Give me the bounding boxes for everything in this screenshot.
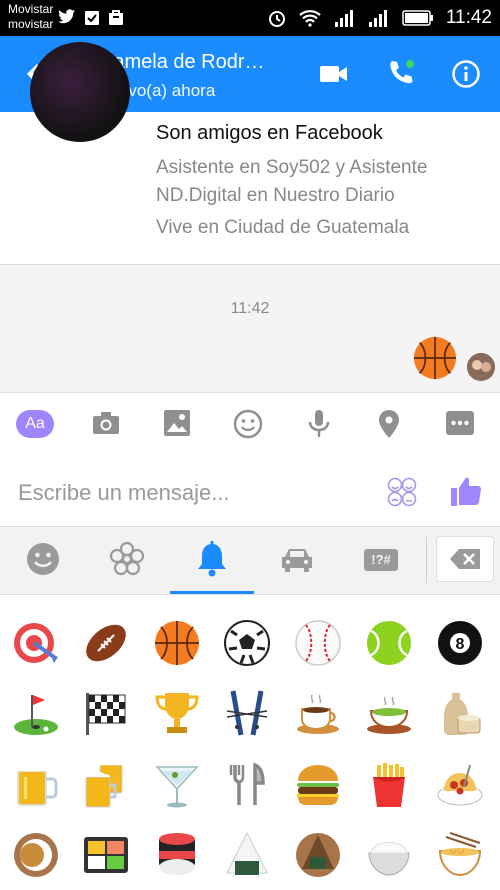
emoji-golf[interactable] xyxy=(12,689,60,737)
wifi-icon xyxy=(299,10,321,27)
video-call-icon[interactable] xyxy=(320,64,348,84)
location-pin-icon[interactable] xyxy=(378,409,400,439)
emoji-tea[interactable] xyxy=(365,689,413,737)
emoji-coffee[interactable] xyxy=(294,689,342,737)
smiley-category-icon[interactable] xyxy=(25,541,61,577)
flower-category-icon[interactable] xyxy=(109,541,145,577)
signal-icon xyxy=(334,10,353,27)
emoji-football[interactable] xyxy=(82,619,130,667)
emoji-8-ball[interactable]: 8 xyxy=(436,619,484,667)
notification-icons xyxy=(58,9,124,25)
emoji-curry[interactable] xyxy=(12,831,60,879)
signal-icon xyxy=(368,10,387,27)
message-composer: Escribe un mensaje... xyxy=(0,458,500,526)
emoji-checkered-flag[interactable] xyxy=(82,689,130,737)
basketball-icon xyxy=(413,336,457,380)
backspace-button[interactable] xyxy=(436,536,494,582)
info-icon[interactable] xyxy=(452,60,480,88)
emoji-basketball[interactable] xyxy=(153,619,201,667)
like-thumb-icon[interactable] xyxy=(450,474,482,508)
emoji-category-bar: !?# xyxy=(0,526,500,595)
emoji-hamburger[interactable] xyxy=(294,761,342,809)
message-timestamp: 11:42 xyxy=(230,300,270,317)
sent-emoji-message[interactable] xyxy=(412,335,458,386)
profile-job-line-2: ND.Digital en Nuestro Diario xyxy=(156,185,395,206)
emoji-dart[interactable] xyxy=(12,619,60,667)
emoji-fries[interactable] xyxy=(365,761,413,809)
seen-avatar xyxy=(467,353,495,381)
profile-job-line: Asistente en Soy502 y Asistente xyxy=(156,157,428,178)
smiley-icon[interactable] xyxy=(233,409,263,439)
emoji-beers[interactable] xyxy=(82,760,130,809)
emoji-sake[interactable] xyxy=(436,689,484,737)
emoji-trophy[interactable] xyxy=(153,689,201,737)
alarm-icon xyxy=(268,11,285,27)
composer-toolbar: Aa xyxy=(0,392,500,459)
emoji-rice-bowl[interactable] xyxy=(365,831,413,879)
phone-call-icon[interactable] xyxy=(386,58,416,88)
text-format-button[interactable]: Aa xyxy=(16,410,54,438)
carrier-name: Movistar xyxy=(8,2,54,16)
emoji-onigiri[interactable] xyxy=(294,831,342,879)
emoji-soccer-ball[interactable] xyxy=(223,619,271,667)
twitter-icon xyxy=(58,9,75,24)
bag-icon xyxy=(109,10,123,25)
more-icon[interactable] xyxy=(446,409,474,437)
emoji-spaghetti[interactable] xyxy=(436,761,484,809)
svg-text:8: 8 xyxy=(456,636,465,653)
status-bar: Movistar movistar 11:42 xyxy=(0,0,500,36)
microphone-icon[interactable] xyxy=(307,409,331,439)
emoji-baseball[interactable] xyxy=(294,619,342,667)
clock: 11:42 xyxy=(445,7,492,28)
message-input[interactable]: Escribe un mensaje... xyxy=(18,480,230,506)
emoji-beer[interactable] xyxy=(12,761,60,809)
contact-avatar[interactable] xyxy=(30,42,130,142)
conversation-area: Son amigos en Facebook Asistente en Soy5… xyxy=(0,42,500,392)
emoji-grid: 8 xyxy=(0,594,500,890)
bell-category-icon[interactable] xyxy=(194,541,230,579)
clipboard-icon xyxy=(85,11,99,25)
profile-location: Vive en Ciudad de Guatemala xyxy=(156,217,410,238)
backspace-icon xyxy=(450,549,480,569)
emoji-faces-icon[interactable] xyxy=(386,476,418,508)
emoji-ramen[interactable] xyxy=(436,831,484,879)
emoji-sushi[interactable] xyxy=(153,831,201,879)
camera-icon[interactable] xyxy=(92,409,120,437)
emoji-bento[interactable] xyxy=(82,831,130,879)
emoji-rice-ball[interactable] xyxy=(223,831,271,879)
gallery-icon[interactable] xyxy=(163,409,191,437)
emoji-cocktail[interactable] xyxy=(153,761,201,809)
emoji-fork-knife[interactable] xyxy=(223,761,271,809)
emoji-skis[interactable] xyxy=(223,689,271,737)
carrier-name-secondary: movistar xyxy=(8,17,54,31)
car-category-icon[interactable] xyxy=(279,545,315,575)
emoji-tennis-ball[interactable] xyxy=(365,619,413,667)
symbols-category-button[interactable]: !?# xyxy=(364,549,398,571)
battery-icon xyxy=(402,10,433,26)
friendship-label: Son amigos en Facebook xyxy=(156,122,383,144)
profile-card: Son amigos en Facebook Asistente en Soy5… xyxy=(0,42,500,265)
category-divider xyxy=(426,537,427,583)
